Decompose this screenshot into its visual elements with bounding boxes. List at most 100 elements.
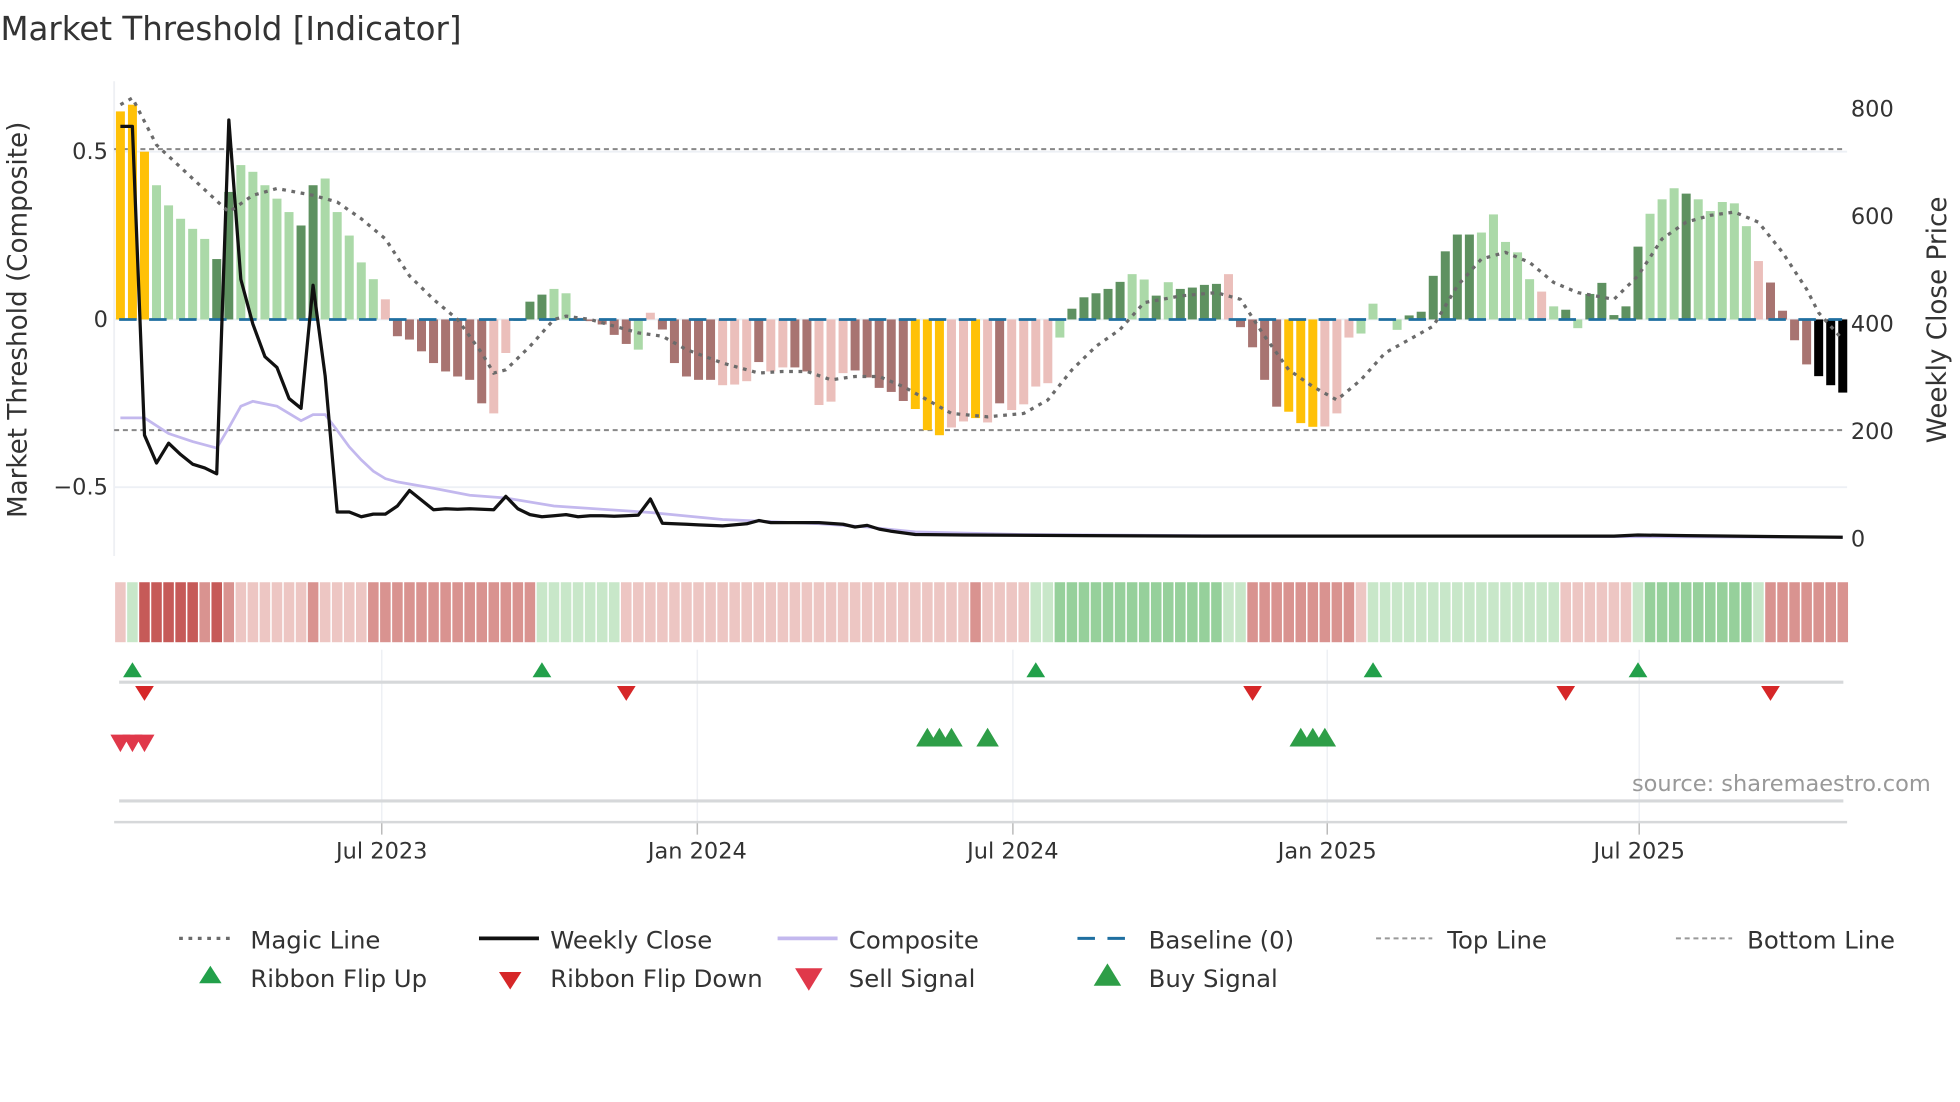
ribbon-flip-down-marker: [1556, 685, 1576, 701]
x-tick-label: Jan 2024: [646, 838, 747, 864]
ribbon-cell: [825, 582, 837, 643]
ribbon-cell: [440, 582, 451, 643]
ribbon-cell: [1452, 582, 1463, 643]
ribbon-cell: [356, 582, 367, 643]
ribbon-cell: [1548, 582, 1559, 643]
ribbon-cell: [813, 582, 825, 643]
composite-bar: [826, 319, 836, 402]
legend-item-bottom: Bottom Line: [1675, 925, 1895, 954]
ribbon-cell: [163, 582, 174, 643]
composite-bar: [983, 319, 993, 423]
composite-bar: [1549, 306, 1559, 320]
ribbon-cell: [1692, 582, 1704, 643]
legend-item-top: Top Line: [1376, 925, 1547, 954]
composite-bar: [392, 319, 402, 337]
composite-bar: [1103, 288, 1113, 320]
composite-bar: [296, 225, 306, 320]
ribbon-cell: [1584, 582, 1596, 643]
composite-bar: [1055, 319, 1065, 338]
x-tick-label: Jan 2025: [1276, 838, 1377, 864]
legend-item-magic: Magic Line: [179, 925, 380, 954]
ribbon-cell: [404, 582, 415, 643]
ribbon-cell: [1126, 582, 1138, 643]
ribbon-flip-up-marker: [123, 662, 142, 678]
ribbon-cell: [1427, 582, 1439, 643]
x-tick-label: Jul 2025: [1591, 838, 1684, 864]
ribbon-cell: [777, 582, 789, 643]
composite-bar: [1476, 232, 1486, 320]
composite-bar: [1753, 261, 1763, 320]
right-tick-label: 0: [1851, 526, 1865, 552]
ribbon-flip-down-marker: [1243, 685, 1262, 701]
ribbon-cell: [500, 582, 512, 643]
ribbon-cell: [596, 582, 608, 643]
composite-bar: [1091, 293, 1101, 320]
magic-line: [119, 95, 1844, 419]
ribbon-cell: [1247, 582, 1258, 643]
ribbon-cell: [1379, 582, 1391, 643]
ribbon-cell: [970, 582, 981, 643]
legend-label: Ribbon Flip Up: [250, 964, 427, 993]
composite-bar: [1838, 319, 1848, 393]
composite-bar: [645, 312, 655, 320]
ribbon-cell: [1813, 582, 1824, 643]
ribbon-cell: [1717, 582, 1728, 643]
ribbon-cell: [512, 582, 524, 643]
sell-signal-marker: [134, 734, 155, 753]
ribbon-cell: [1464, 582, 1475, 643]
ribbon-cell: [187, 582, 198, 643]
ribbon-cell: [1644, 582, 1656, 643]
composite-bar: [176, 218, 186, 320]
ribbon-cell: [1162, 582, 1174, 643]
composite-bar: [1705, 211, 1715, 320]
ribbon-cell: [1355, 582, 1367, 643]
composite-bar: [1392, 319, 1402, 330]
ribbon-cell: [1680, 582, 1692, 643]
composite-bar: [549, 288, 559, 320]
ribbon-cell: [753, 582, 765, 643]
composite-bar: [477, 319, 487, 404]
legend-label: Buy Signal: [1149, 964, 1278, 993]
ribbon-cell: [1825, 582, 1836, 643]
composite-bar: [778, 319, 788, 368]
composite-bar: [694, 319, 704, 380]
legend-buy-icon: [1093, 963, 1122, 986]
ribbon-cell: [1114, 582, 1126, 643]
x-tick-label: Jul 2023: [334, 838, 427, 864]
ribbon-cell: [1801, 582, 1812, 643]
ribbon-cell: [584, 582, 596, 643]
composite-bar: [802, 319, 812, 372]
ribbon-cell: [1187, 582, 1198, 643]
composite-bar: [284, 212, 294, 320]
ribbon-cell: [464, 582, 475, 643]
legend-item-composite: Composite: [777, 925, 979, 954]
composite-bar: [1175, 288, 1185, 320]
legend-sell-icon: [795, 968, 823, 991]
ribbon-cell: [1500, 582, 1511, 643]
ribbon-cell: [1138, 582, 1150, 643]
ribbon-cell: [1199, 582, 1210, 643]
ribbon-flip-up-marker: [1026, 662, 1046, 678]
composite-bar: [1031, 319, 1041, 387]
left-axis-label: Market Threshold (Composite): [4, 122, 34, 518]
composite-bar: [1525, 279, 1535, 320]
ribbon-cell: [1524, 582, 1535, 643]
ribbon-cell: [1741, 582, 1752, 643]
ribbon-cell: [657, 582, 668, 643]
composite-bar: [814, 319, 824, 406]
chart-title: Market Threshold [Indicator]: [0, 10, 461, 48]
ribbon-cell: [283, 582, 295, 643]
ribbon-cell: [681, 582, 692, 643]
composite-bar: [1645, 213, 1655, 320]
right-tick-label: 400: [1851, 311, 1894, 337]
ribbon-cell: [1536, 582, 1547, 643]
ribbon-cell: [1476, 582, 1487, 643]
composite-bar: [1814, 319, 1824, 377]
composite-bar: [188, 228, 198, 320]
ribbon-cell: [392, 582, 403, 643]
ribbon-cell: [1656, 582, 1668, 643]
ribbon-cell: [1331, 582, 1343, 643]
ribbon-cell: [1488, 582, 1499, 643]
legend-label: Sell Signal: [849, 964, 976, 993]
ribbon-cell: [1223, 582, 1234, 643]
